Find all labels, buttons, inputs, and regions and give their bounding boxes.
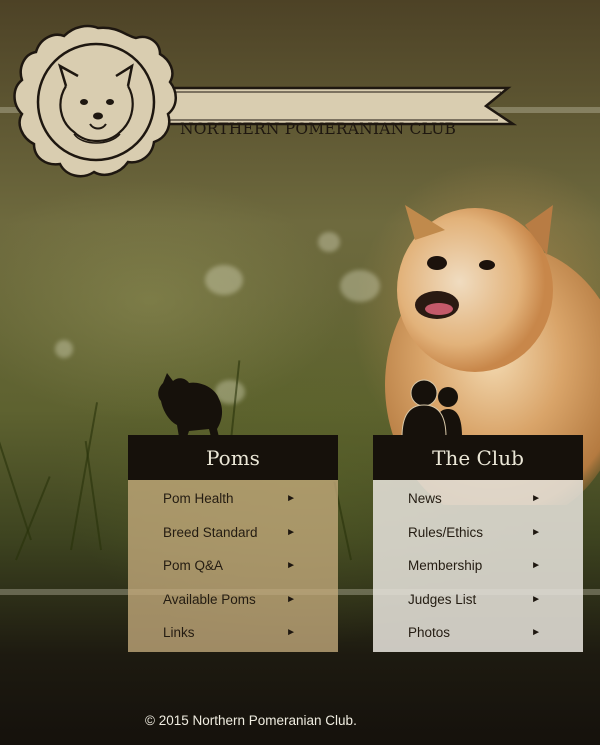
club-name: NORTHERN POMERANIAN CLUB <box>180 120 457 138</box>
poms-panel-title: Poms <box>128 435 338 480</box>
menu-item-pom-health[interactable]: Pom Health ► <box>128 482 338 516</box>
triangle-right-icon: ► <box>531 593 541 605</box>
club-logo[interactable]: NORTHERN POMERANIAN CLUB <box>8 22 568 202</box>
menu-item-pom-qa[interactable]: Pom Q&A ► <box>128 549 338 583</box>
menu-item-label: Breed Standard <box>163 524 258 540</box>
menu-item-label: Judges List <box>408 591 477 607</box>
menu-item-news[interactable]: News ► <box>373 482 583 516</box>
menu-item-label: Links <box>163 625 195 641</box>
menu-item-membership[interactable]: Membership ► <box>373 549 583 583</box>
triangle-right-icon: ► <box>531 627 541 639</box>
pomeranian-rosette-icon <box>13 24 518 178</box>
menu-item-judges-list[interactable]: Judges List ► <box>373 583 583 617</box>
people-silhouette-icon <box>401 379 462 437</box>
menu-item-label: Pom Q&A <box>163 558 224 574</box>
triangle-right-icon: ► <box>286 526 296 538</box>
triangle-right-icon: ► <box>531 526 541 538</box>
triangle-right-icon: ► <box>531 560 541 572</box>
background-bokeh <box>205 265 243 295</box>
triangle-right-icon: ► <box>531 493 541 505</box>
triangle-right-icon: ► <box>286 627 296 639</box>
menu-item-rules-ethics[interactable]: Rules/Ethics ► <box>373 516 583 550</box>
triangle-right-icon: ► <box>286 560 296 572</box>
menu-item-available-poms[interactable]: Available Poms ► <box>128 583 338 617</box>
menu-item-label: Rules/Ethics <box>408 524 484 540</box>
pomeranian-silhouette-icon <box>158 373 223 437</box>
triangle-right-icon: ► <box>286 493 296 505</box>
triangle-right-icon: ► <box>286 593 296 605</box>
club-panel-title: The Club <box>373 435 583 480</box>
menu-item-label: News <box>408 491 442 507</box>
menu-item-links[interactable]: Links ► <box>128 616 338 650</box>
background-bokeh <box>55 340 73 358</box>
menu-item-label: Membership <box>408 558 483 574</box>
menu-item-breed-standard[interactable]: Breed Standard ► <box>128 516 338 550</box>
background-bokeh <box>318 232 340 252</box>
poms-panel: Poms Pom Health ► Breed Standard ► Pom Q&A… <box>128 435 338 652</box>
menu-item-label: Photos <box>408 625 451 641</box>
poms-menu: Pom Health ► Breed Standard ► Pom Q&A ► Ava… <box>128 480 338 652</box>
club-panel: The Club News ► Rules/Ethics ► Membership ►… <box>373 435 583 652</box>
footer-copyright: © 2015 Northern Pomeranian Club. <box>145 713 357 728</box>
club-menu: News ► Rules/Ethics ► Membership ► Judges L… <box>373 480 583 652</box>
menu-item-label: Available Poms <box>163 591 256 607</box>
menu-item-photos[interactable]: Photos ► <box>373 616 583 650</box>
background-bokeh <box>340 270 380 302</box>
menu-item-label: Pom Health <box>163 491 234 507</box>
